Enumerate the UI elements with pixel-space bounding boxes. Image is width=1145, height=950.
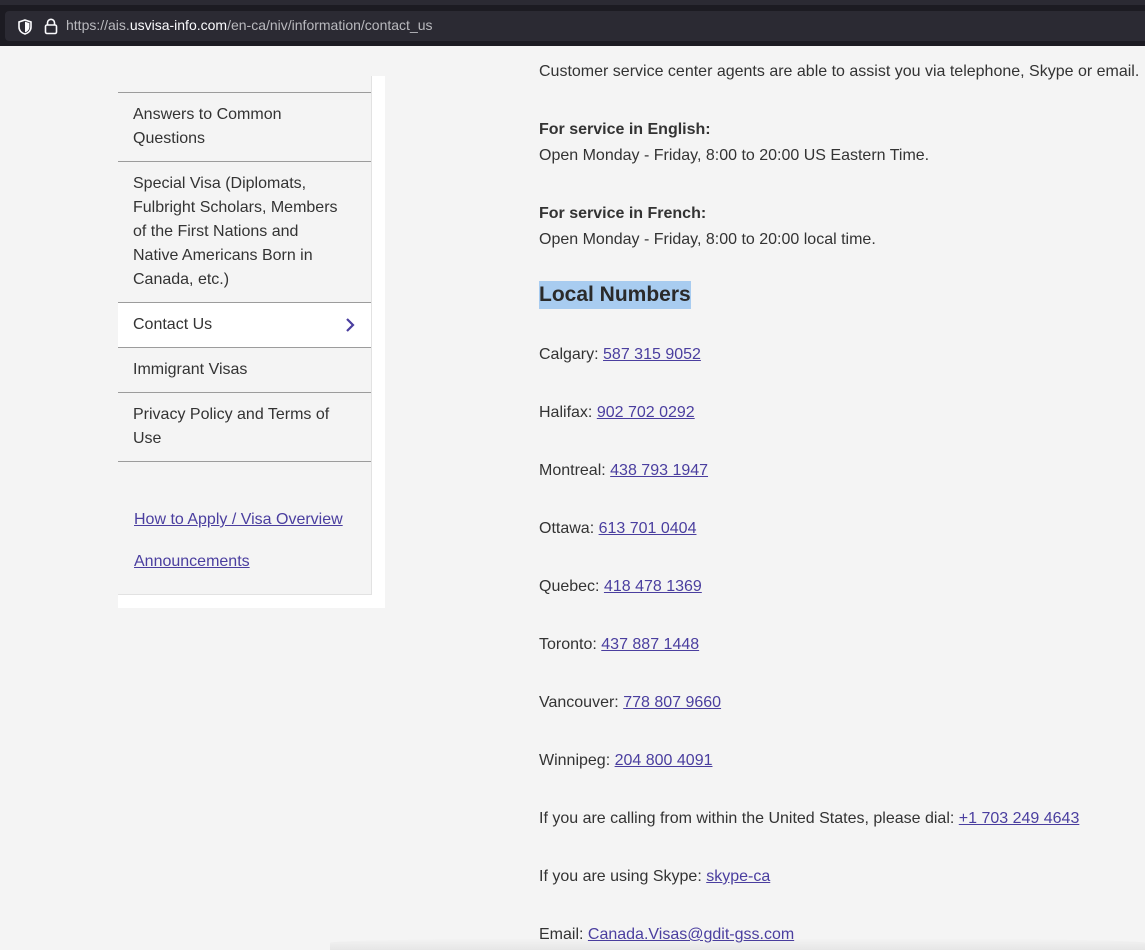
city-label: Winnipeg: <box>539 752 611 769</box>
phone-link-quebec[interactable]: 418 478 1369 <box>604 578 702 595</box>
phone-row-winnipeg: Winnipeg: 204 800 4091 <box>539 751 712 771</box>
phone-link-halifax[interactable]: 902 702 0292 <box>597 404 695 421</box>
us-phone-link[interactable]: +1 703 249 4643 <box>959 810 1080 827</box>
sidebar-item-label: Special Visa (Diplomats, Fulbright Schol… <box>133 175 338 288</box>
phone-row-calgary: Calgary: 587 315 9052 <box>539 345 701 365</box>
sidebar-item-label: Answers to Common Questions <box>133 106 282 147</box>
sidebar-item-contact-us[interactable]: Contact Us <box>118 303 371 348</box>
url-domain: usvisa-info.com <box>129 17 228 33</box>
sidebar-item-special-visa[interactable]: Special Visa (Diplomats, Fulbright Schol… <box>118 162 371 303</box>
us-calling-text: If you are calling from within the Unite… <box>539 810 955 827</box>
local-numbers-heading: Local Numbers <box>539 281 691 309</box>
sidebar-panel: Answers to Common Questions Special Visa… <box>118 76 372 595</box>
url-path: /en-ca/niv/information/contact_us <box>227 17 433 33</box>
lock-icon[interactable] <box>44 18 58 35</box>
english-service-heading: For service in English: <box>539 121 711 138</box>
chevron-right-icon <box>346 318 355 332</box>
city-label: Calgary: <box>539 346 599 363</box>
skype-link[interactable]: skype-ca <box>706 868 770 885</box>
tracking-protection-shield-icon[interactable] <box>18 19 32 35</box>
phone-row-montreal: Montreal: 438 793 1947 <box>539 461 708 481</box>
sidebar: Answers to Common Questions Special Visa… <box>118 76 385 608</box>
announcements-link[interactable]: Announcements <box>134 552 343 572</box>
city-label: Ottawa: <box>539 520 595 537</box>
us-calling-row: If you are calling from within the Unite… <box>539 809 1079 829</box>
skype-row: If you are using Skype: skype-ca <box>539 867 770 887</box>
main-content: Customer service center agents are able … <box>539 59 1145 253</box>
sidebar-item-label: Immigrant Visas <box>133 361 248 378</box>
intro-text: Customer service center agents are able … <box>539 63 1140 80</box>
sidebar-item-label: Contact Us <box>133 316 213 333</box>
phone-link-calgary[interactable]: 587 315 9052 <box>603 346 701 363</box>
skype-text: If you are using Skype: <box>539 868 702 885</box>
phone-link-toronto[interactable]: 437 887 1448 <box>601 636 699 653</box>
sidebar-item-immigrant-visas[interactable]: Immigrant Visas <box>118 348 371 393</box>
phone-link-vancouver[interactable]: 778 807 9660 <box>623 694 721 711</box>
bottom-shadow <box>330 938 1145 950</box>
url-text[interactable]: https://ais.usvisa-info.com/en-ca/niv/in… <box>66 17 433 33</box>
address-bar[interactable]: https://ais.usvisa-info.com/en-ca/niv/in… <box>5 11 1145 41</box>
sidebar-links: How to Apply / Visa Overview Announcemen… <box>134 510 343 594</box>
phone-row-quebec: Quebec: 418 478 1369 <box>539 577 702 597</box>
city-label: Halifax: <box>539 404 593 421</box>
phone-row-halifax: Halifax: 902 702 0292 <box>539 403 695 423</box>
phone-row-toronto: Toronto: 437 887 1448 <box>539 635 699 655</box>
city-label: Toronto: <box>539 636 597 653</box>
sidebar-item-privacy-policy[interactable]: Privacy Policy and Terms of Use <box>118 393 371 462</box>
sidebar-item-label: Privacy Policy and Terms of Use <box>133 406 330 447</box>
url-prefix: https://ais. <box>66 17 130 33</box>
phone-link-ottawa[interactable]: 613 701 0404 <box>599 520 697 537</box>
french-service-heading: For service in French: <box>539 205 707 222</box>
phone-row-ottawa: Ottawa: 613 701 0404 <box>539 519 696 539</box>
phone-link-montreal[interactable]: 438 793 1947 <box>610 462 708 479</box>
english-service-hours: Open Monday - Friday, 8:00 to 20:00 US E… <box>539 147 930 164</box>
browser-toolbar: https://ais.usvisa-info.com/en-ca/niv/in… <box>0 0 1145 46</box>
city-label: Quebec: <box>539 578 600 595</box>
sidebar-nav: Answers to Common Questions Special Visa… <box>118 92 371 462</box>
french-service-hours: Open Monday - Friday, 8:00 to 20:00 loca… <box>539 231 876 248</box>
how-to-apply-link[interactable]: How to Apply / Visa Overview <box>134 510 343 530</box>
sidebar-item-answers[interactable]: Answers to Common Questions <box>118 93 371 162</box>
city-label: Vancouver: <box>539 694 619 711</box>
phone-link-winnipeg[interactable]: 204 800 4091 <box>615 752 713 769</box>
city-label: Montreal: <box>539 462 606 479</box>
phone-row-vancouver: Vancouver: 778 807 9660 <box>539 693 721 713</box>
